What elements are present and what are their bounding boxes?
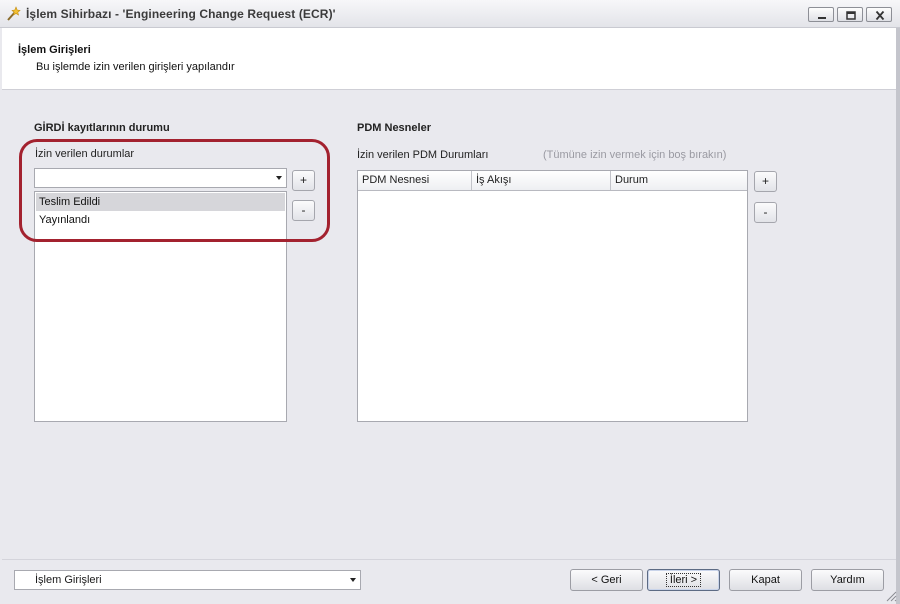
wizard-page-selector[interactable]: İşlem Girişleri [14, 570, 361, 590]
pdm-status-grid[interactable]: PDM Nesnesi İş Akışı Durum [357, 170, 748, 422]
add-pdm-status-button[interactable]: + [754, 171, 777, 192]
column-header-workflow[interactable]: İş Akışı [472, 171, 611, 190]
minimize-icon [818, 17, 826, 19]
close-icon [875, 10, 885, 21]
input-status-section-title: GİRDİ kayıtlarının durumu [34, 122, 170, 134]
column-header-pdm-object[interactable]: PDM Nesnesi [358, 171, 472, 190]
window-edge [896, 28, 900, 604]
wizard-header: İşlem Girişleri Bu işlemde izin verilen … [2, 28, 898, 90]
resize-grip-icon[interactable] [884, 589, 897, 602]
chevron-down-icon [350, 578, 356, 582]
grid-header: PDM Nesnesi İş Akışı Durum [358, 171, 747, 191]
maximize-button[interactable] [837, 7, 863, 22]
back-button[interactable]: < Geri [570, 569, 643, 591]
page-title: İşlem Girişleri [18, 44, 91, 56]
page-subtitle: Bu işlemde izin verilen girişleri yapıla… [36, 61, 235, 73]
window-title: İşlem Sihirbazı - 'Engineering Change Re… [26, 7, 336, 21]
close-button[interactable] [866, 7, 892, 22]
highlight-annotation [19, 139, 330, 242]
maximize-icon [846, 11, 856, 20]
wizard-page-selector-value: İşlem Girişleri [35, 574, 102, 586]
allowed-pdm-statuses-label: İzin verilen PDM Durumları [357, 149, 489, 161]
allow-all-hint: (Tümüne izin vermek için boş bırakın) [543, 149, 727, 161]
minimize-button[interactable] [808, 7, 834, 22]
column-header-status[interactable]: Durum [611, 171, 747, 190]
title-bar[interactable]: İşlem Sihirbazı - 'Engineering Change Re… [0, 0, 900, 28]
pdm-objects-section-title: PDM Nesneler [357, 122, 431, 134]
help-button[interactable]: Yardım [811, 569, 884, 591]
next-button-label: İleri > [665, 573, 702, 587]
wizard-wand-icon [7, 6, 21, 21]
remove-pdm-status-button[interactable]: - [754, 202, 777, 223]
next-button[interactable]: İleri > [647, 569, 720, 591]
close-dialog-button[interactable]: Kapat [729, 569, 802, 591]
